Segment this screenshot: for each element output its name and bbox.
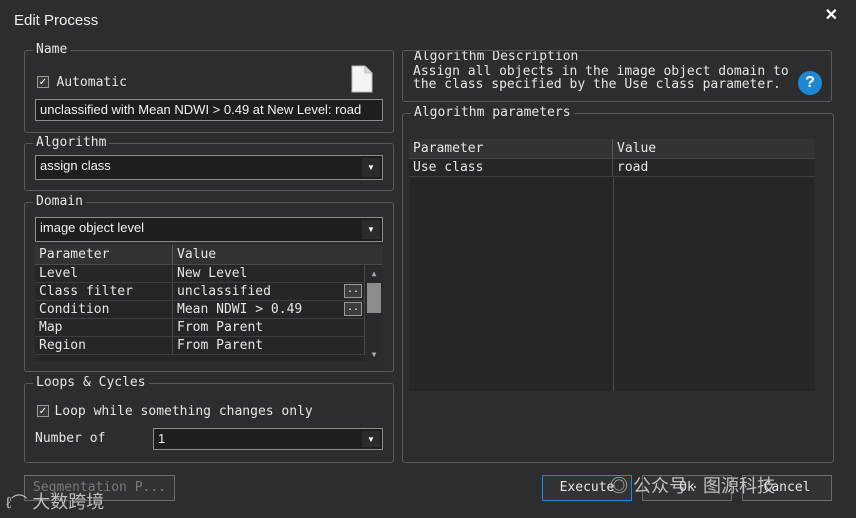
number-of-value: 1 <box>158 431 166 446</box>
value-cell[interactable]: From Parent <box>173 337 365 354</box>
domain-value: image object level <box>40 220 145 235</box>
param-cell: Class filter <box>35 283 173 300</box>
title-bar: Edit Process ✕ <box>0 0 856 38</box>
column-header-parameter: Parameter <box>35 245 173 264</box>
domain-legend: Domain <box>33 194 86 210</box>
ellipsis-button[interactable]: .. <box>344 302 362 316</box>
value-cell[interactable]: From Parent <box>173 319 365 336</box>
table-row[interactable]: Level New Level <box>35 265 383 283</box>
automatic-label: Automatic <box>56 75 127 90</box>
automatic-check-icon[interactable]: ✓ <box>37 75 49 88</box>
watermark-right-text: 公众号 · 图源科技 <box>633 476 776 496</box>
table-row[interactable]: Condition Mean NDWI > 0.49 .. <box>35 301 383 319</box>
loop-label: Loop while something changes only <box>54 404 313 419</box>
automatic-checkbox[interactable]: ✓ Automatic <box>37 73 127 91</box>
param-cell: Use class <box>409 159 613 176</box>
value-text: Mean NDWI > 0.49 <box>177 302 303 317</box>
column-header-value: Value <box>177 247 217 262</box>
number-of-label: Number of <box>35 431 106 446</box>
name-group: Name ✓ Automatic unclassified with Mean … <box>24 42 394 133</box>
column-divider <box>613 178 614 391</box>
algorithm-value: assign class <box>40 158 111 173</box>
loops-group: Loops & Cycles ✓ Loop while something ch… <box>24 375 394 463</box>
algorithm-select[interactable]: assign class ▼ <box>35 155 383 180</box>
table-row[interactable]: Use class road <box>409 159 815 177</box>
param-cell: Level <box>35 265 173 282</box>
description-legend: Algorithm Description <box>411 51 582 65</box>
value-cell[interactable]: New Level <box>173 265 365 282</box>
value-cell[interactable]: Mean NDWI > 0.49 .. <box>173 301 365 318</box>
table-row[interactable]: Region From Parent <box>35 337 383 355</box>
ellipsis-button[interactable]: .. <box>344 284 362 298</box>
param-cell: Condition <box>35 301 173 318</box>
chevron-down-icon[interactable]: ▼ <box>362 220 380 239</box>
value-text: unclassified <box>177 284 271 299</box>
domain-table-scrollbar[interactable]: ▲ ▼ <box>365 267 383 361</box>
algorithm-description-group: Algorithm Description Assign all objects… <box>402 50 832 102</box>
name-legend: Name <box>33 42 71 58</box>
domain-select[interactable]: image object level ▼ <box>35 217 383 242</box>
loop-checkbox[interactable]: ✓ Loop while something changes only <box>37 402 313 420</box>
table-row[interactable]: Map From Parent <box>35 319 383 337</box>
process-name-field[interactable]: unclassified with Mean NDWI > 0.49 at Ne… <box>35 99 383 121</box>
table-header: Parameter Value <box>409 139 815 159</box>
help-icon[interactable]: ? <box>798 71 822 95</box>
watermark-logo-icon: ℓ⌒ <box>6 495 28 512</box>
column-header-parameter: Parameter <box>409 139 613 158</box>
close-icon[interactable]: ✕ <box>825 5 838 25</box>
watermark-right: ◎ 公众号 · 图源科技 <box>610 472 775 498</box>
number-of-select[interactable]: 1 ▼ <box>153 428 383 450</box>
scroll-down-icon[interactable]: ▼ <box>365 350 383 359</box>
value-cell[interactable]: unclassified .. <box>173 283 365 300</box>
value-cell[interactable]: road <box>613 159 815 176</box>
scroll-up-icon[interactable]: ▲ <box>365 269 383 278</box>
wechat-icon: ◎ <box>610 476 628 496</box>
param-cell: Map <box>35 319 173 336</box>
domain-parameter-table: Parameter Value Level New Level Class fi… <box>35 245 383 361</box>
table-row[interactable]: Class filter unclassified .. <box>35 283 383 301</box>
algorithm-group: Algorithm assign class ▼ <box>24 135 394 191</box>
document-icon[interactable] <box>351 65 373 93</box>
algorithm-parameters-group: Algorithm parameters Parameter Value Use… <box>402 105 834 463</box>
algorithm-legend: Algorithm <box>33 135 110 151</box>
loops-legend: Loops & Cycles <box>33 375 149 391</box>
column-header-value: Value <box>617 141 657 156</box>
table-header: Parameter Value <box>35 245 383 265</box>
scroll-thumb[interactable] <box>367 283 381 313</box>
parameters-legend: Algorithm parameters <box>411 105 574 121</box>
window-title: Edit Process <box>14 12 99 29</box>
param-cell: Region <box>35 337 173 354</box>
watermark-left-text: 大数跨境 <box>32 492 105 512</box>
chevron-down-icon[interactable]: ▼ <box>362 158 380 177</box>
watermark-left: ℓ⌒ 大数跨境 <box>6 488 104 514</box>
chevron-down-icon[interactable]: ▼ <box>362 431 380 447</box>
loop-check-icon[interactable]: ✓ <box>37 404 49 417</box>
description-text: Assign all objects in the image object d… <box>413 64 789 92</box>
domain-group: Domain image object level ▼ Parameter Va… <box>24 194 394 372</box>
algorithm-parameter-table: Parameter Value Use class road <box>409 139 815 391</box>
